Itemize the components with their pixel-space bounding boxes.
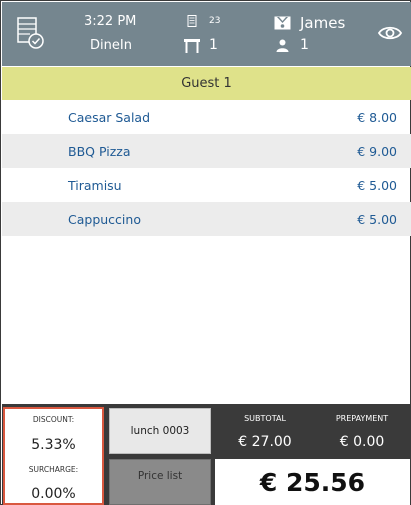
eye-icon[interactable]	[378, 24, 402, 42]
lunch-button[interactable]: lunch 0003	[109, 408, 211, 454]
surcharge-label: SURCHARGE:	[28, 465, 79, 474]
item-name: Cappuccino	[68, 212, 141, 227]
person-icon	[276, 39, 289, 52]
order-screen: 3:22 PM DineIn 23 1 James 1 Guest 1 Caes…	[0, 0, 411, 505]
receipt-number: 23	[209, 16, 221, 26]
order-list-check-icon[interactable]	[16, 16, 46, 50]
list-item[interactable]: Caesar Salad € 8.00	[2, 100, 411, 134]
lunch-button-label: lunch 0003	[130, 425, 190, 437]
item-name: BBQ Pizza	[68, 144, 131, 159]
waiter-icon	[274, 16, 291, 30]
item-price: € 5.00	[357, 212, 397, 227]
order-time: 3:22 PM	[84, 14, 137, 29]
discount-label: DISCOUNT:	[32, 415, 75, 424]
guest-count: 1	[300, 37, 309, 53]
table-icon	[184, 39, 200, 53]
order-type: DineIn	[90, 38, 132, 53]
prepayment-label: PREPAYMENT	[335, 414, 389, 423]
subtotal-value: € 27.00	[238, 434, 292, 450]
receipt-icon	[187, 15, 197, 27]
price-list-button-label: Price list	[137, 470, 183, 482]
list-item[interactable]: BBQ Pizza € 9.00	[2, 134, 411, 168]
order-items-list: Caesar Salad € 8.00 BBQ Pizza € 9.00 Tir…	[2, 100, 411, 236]
item-price: € 8.00	[357, 110, 397, 125]
prepayment-value: € 0.00	[339, 434, 385, 450]
list-item[interactable]: Cappuccino € 5.00	[2, 202, 411, 236]
item-price: € 5.00	[357, 178, 397, 193]
guest-label: Guest 1	[181, 76, 232, 91]
discount-surcharge-box[interactable]: DISCOUNT: 5.33% SURCHARGE: 0.00%	[3, 407, 104, 505]
order-header: 3:22 PM DineIn 23 1 James 1	[2, 2, 411, 66]
subtotal-label: SUBTOTAL	[244, 414, 286, 423]
price-list-button[interactable]: Price list	[109, 459, 211, 505]
totals-panel: DISCOUNT: 5.33% SURCHARGE: 0.00% lunch 0…	[2, 404, 411, 505]
discount-value: 5.33%	[31, 437, 76, 453]
list-item[interactable]: Tiramisu € 5.00	[2, 168, 411, 202]
total-amount[interactable]: € 25.56	[215, 459, 410, 505]
item-name: Caesar Salad	[68, 110, 151, 125]
item-price: € 9.00	[357, 144, 397, 159]
table-number: 1	[209, 37, 218, 53]
surcharge-value: 0.00%	[31, 486, 76, 502]
item-name: Tiramisu	[68, 178, 122, 193]
total-value: € 25.56	[259, 467, 366, 497]
guest-header[interactable]: Guest 1	[2, 67, 411, 100]
waiter-name: James	[300, 14, 346, 32]
